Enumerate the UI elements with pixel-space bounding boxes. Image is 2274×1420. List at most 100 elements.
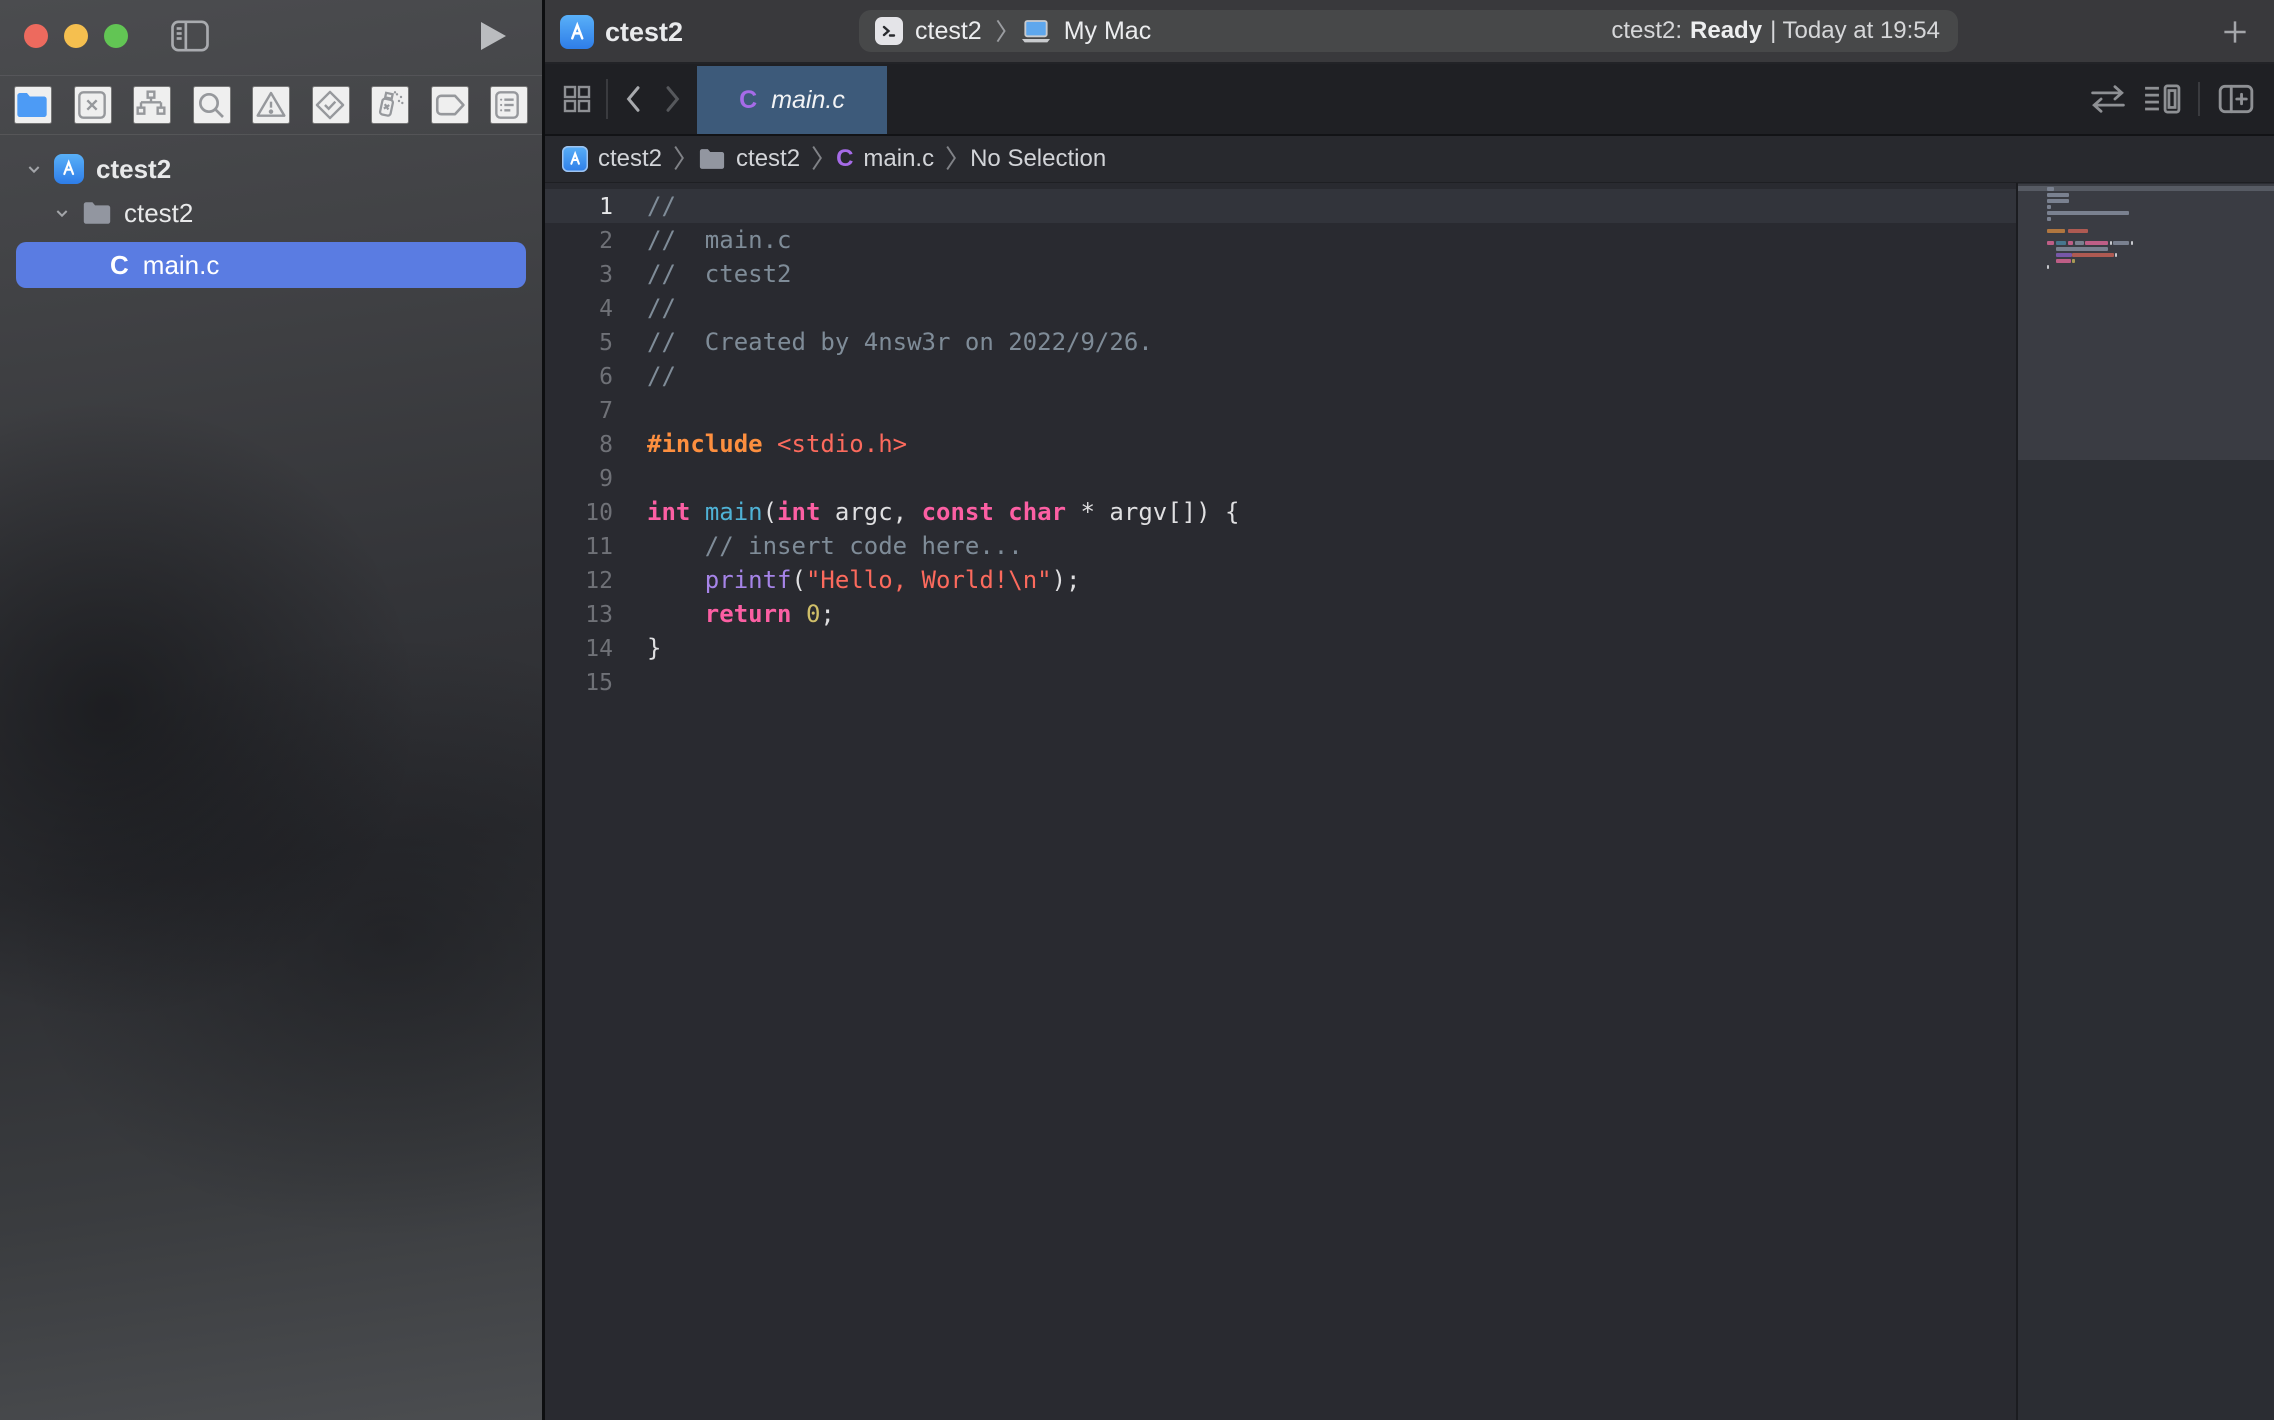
minimap-bar bbox=[2047, 211, 2129, 215]
tree-item-group[interactable]: ctest2 bbox=[0, 192, 542, 234]
c-file-icon: C bbox=[110, 250, 129, 281]
minimap-bar bbox=[2047, 205, 2051, 209]
code-text: // ctest2 bbox=[613, 260, 792, 288]
chevron-separator-icon bbox=[994, 18, 1008, 44]
activity-status[interactable]: ctest2: Ready | Today at 19:54 bbox=[1611, 10, 1940, 52]
minimap-bar bbox=[2047, 229, 2065, 233]
minimap-bar bbox=[2115, 253, 2117, 257]
code-text: int main(int argc, const char * argv[]) … bbox=[613, 498, 1239, 526]
symbol-navigator-button hierarchy-icon[interactable] bbox=[133, 86, 171, 124]
sidebar-toggle-icon[interactable] bbox=[170, 18, 210, 54]
minimap[interactable] bbox=[2018, 183, 2274, 1420]
tab-label: main.c bbox=[771, 86, 845, 115]
code-text: // Created by 4nsw3r on 2022/9/26. bbox=[613, 328, 1153, 356]
minimap-bar bbox=[2085, 241, 2108, 245]
breadcrumb-project[interactable]: ctest2 bbox=[562, 145, 662, 173]
line-number[interactable]: 3 bbox=[545, 258, 613, 292]
line-number[interactable]: 14 bbox=[545, 632, 613, 666]
scheme-selector[interactable]: ctest2 My Mac bbox=[859, 10, 1167, 52]
test-navigator-button diamond-check-icon[interactable] bbox=[312, 86, 350, 124]
code-line[interactable]: 2// main.c bbox=[545, 223, 2016, 257]
line-number[interactable]: 13 bbox=[545, 598, 613, 632]
tab-bar-actions bbox=[2084, 64, 2274, 134]
source-control-navigator-button square-x-icon[interactable] bbox=[74, 86, 112, 124]
code-line[interactable]: 12 printf("Hello, World!\n"); bbox=[545, 563, 2016, 597]
find-navigator-button search-icon[interactable] bbox=[193, 86, 231, 124]
related-items-icon grid-icon[interactable] bbox=[559, 82, 595, 116]
minimap-bar bbox=[2131, 241, 2133, 245]
plus-icon add-button[interactable] bbox=[2218, 15, 2252, 49]
code-line[interactable]: 3// ctest2 bbox=[545, 257, 2016, 291]
minimap-content bbox=[2018, 184, 2274, 460]
project-navigator-tree: ctest2 ctest2 C main.c bbox=[0, 148, 542, 288]
project-navigator-button folder-icon[interactable] bbox=[14, 86, 52, 124]
status-target: ctest2: bbox=[1611, 17, 1682, 45]
tree-item-label: main.c bbox=[143, 250, 220, 281]
minimap-bar bbox=[2056, 241, 2066, 245]
breakpoint-navigator-button tag-icon[interactable] bbox=[431, 86, 469, 124]
line-number[interactable]: 12 bbox=[545, 564, 613, 598]
chevron-separator-icon bbox=[944, 144, 960, 174]
line-number[interactable]: 4 bbox=[545, 292, 613, 326]
code-text bbox=[613, 464, 647, 492]
adjust-editor-icon minimap-toggle-icon[interactable] bbox=[2138, 79, 2186, 119]
line-number[interactable]: 1 bbox=[545, 190, 613, 224]
breadcrumb-group[interactable]: ctest2 bbox=[698, 145, 800, 173]
code-line[interactable]: 15 bbox=[545, 665, 2016, 699]
folder-icon bbox=[698, 148, 726, 170]
minimize-button[interactable] bbox=[64, 24, 88, 48]
code-line[interactable]: 9 bbox=[545, 461, 2016, 495]
tab-main-c[interactable]: C main.c bbox=[697, 66, 887, 134]
code-text: #include <stdio.h> bbox=[613, 430, 907, 458]
code-line[interactable]: 14} bbox=[545, 631, 2016, 665]
minimap-bar bbox=[2056, 259, 2071, 263]
line-number[interactable]: 7 bbox=[545, 394, 613, 428]
play-icon[interactable] bbox=[476, 20, 510, 52]
code-text: // main.c bbox=[613, 226, 792, 254]
chevron-down-icon[interactable] bbox=[54, 205, 70, 221]
minimap-bar bbox=[2056, 253, 2072, 257]
debug-navigator-button spray-bottle-icon[interactable] bbox=[371, 86, 409, 124]
xcode-project-icon bbox=[562, 146, 588, 172]
breadcrumb-file[interactable]: C main.c bbox=[836, 145, 934, 173]
line-number[interactable]: 6 bbox=[545, 360, 613, 394]
jump-bar: ctest2 ctest2 C main.c No Se bbox=[545, 134, 2274, 183]
breadcrumb-selection[interactable]: No Selection bbox=[970, 145, 1106, 173]
tree-item-main-c[interactable]: C main.c bbox=[16, 242, 526, 288]
minimap-bar bbox=[2047, 187, 2054, 191]
line-number[interactable]: 10 bbox=[545, 496, 613, 530]
code-line[interactable]: 4// bbox=[545, 291, 2016, 325]
issue-navigator-button warning-triangle-icon[interactable] bbox=[252, 86, 290, 124]
code-line[interactable]: 8#include <stdio.h> bbox=[545, 427, 2016, 461]
breadcrumb-label: main.c bbox=[863, 145, 934, 173]
tree-item-project[interactable]: ctest2 bbox=[0, 148, 542, 190]
code-line[interactable]: 11 // insert code here... bbox=[545, 529, 2016, 563]
code-line[interactable]: 1// bbox=[545, 189, 2016, 223]
chevron-down-icon[interactable] bbox=[26, 161, 42, 177]
code-line[interactable]: 13 return 0; bbox=[545, 597, 2016, 631]
code-review-icon[interactable] bbox=[2084, 79, 2132, 119]
window-title: ctest2 bbox=[605, 17, 683, 48]
chevron-left-icon back-button[interactable] bbox=[617, 82, 649, 116]
divider bbox=[606, 79, 608, 119]
line-number[interactable]: 15 bbox=[545, 666, 613, 700]
zoom-button[interactable] bbox=[104, 24, 128, 48]
close-button[interactable] bbox=[24, 24, 48, 48]
code-line[interactable]: 10int main(int argc, const char * argv[]… bbox=[545, 495, 2016, 529]
add-editor-icon[interactable] bbox=[2212, 79, 2260, 119]
code-line[interactable]: 6// bbox=[545, 359, 2016, 393]
chevron-right-icon forward-button[interactable] bbox=[657, 82, 689, 116]
line-number[interactable]: 11 bbox=[545, 530, 613, 564]
code-line[interactable]: 7 bbox=[545, 393, 2016, 427]
code-text: // bbox=[613, 362, 676, 390]
line-number[interactable]: 9 bbox=[545, 462, 613, 496]
line-number[interactable]: 5 bbox=[545, 326, 613, 360]
c-file-icon: C bbox=[739, 86, 757, 115]
line-number[interactable]: 2 bbox=[545, 224, 613, 258]
line-number[interactable]: 8 bbox=[545, 428, 613, 462]
source-editor[interactable]: 1//2// main.c3// ctest24//5// Created by… bbox=[545, 183, 2274, 1420]
minimap-bar bbox=[2110, 241, 2112, 245]
c-file-icon: C bbox=[836, 145, 853, 173]
code-line[interactable]: 5// Created by 4nsw3r on 2022/9/26. bbox=[545, 325, 2016, 359]
report-navigator-button report-list-icon[interactable] bbox=[490, 86, 528, 124]
